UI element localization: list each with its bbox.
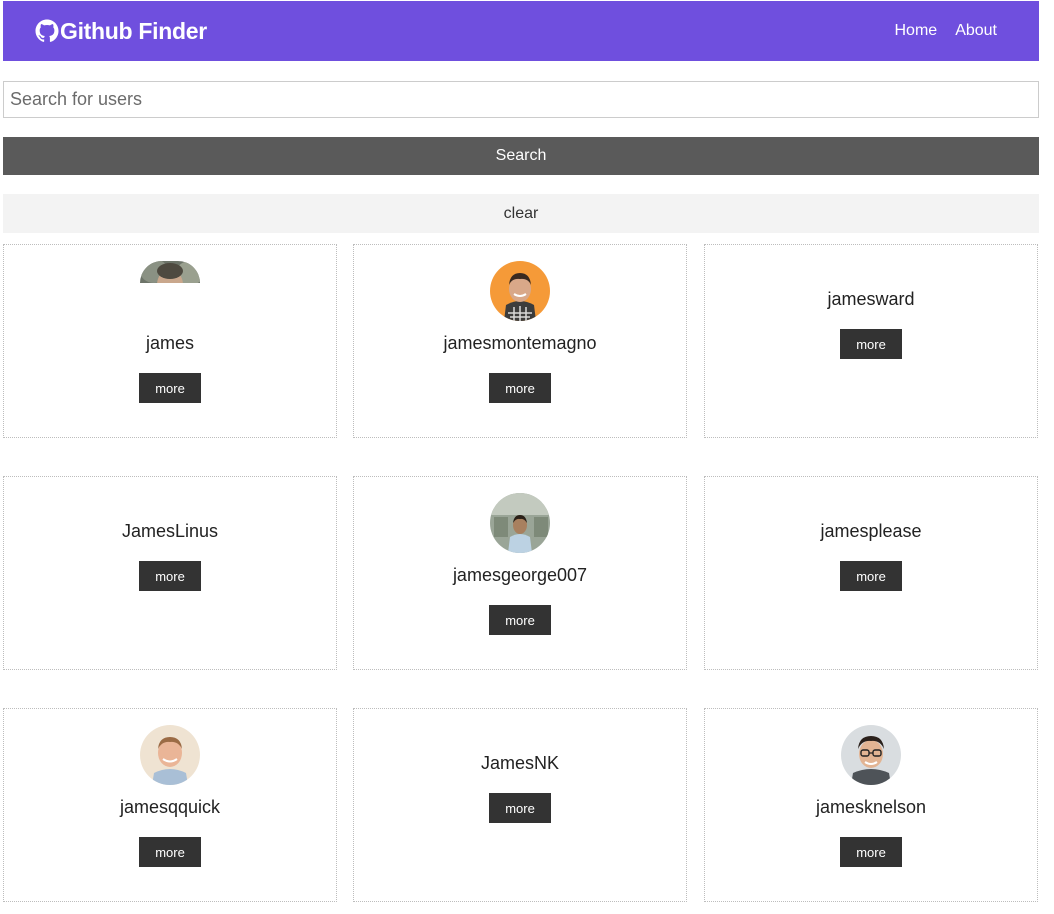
avatar — [140, 725, 200, 785]
avatar — [490, 493, 550, 553]
username: jamesward — [827, 289, 915, 309]
avatar — [490, 261, 550, 321]
more-button[interactable]: more — [840, 329, 902, 359]
more-button[interactable]: more — [840, 837, 902, 867]
username: JamesNK — [480, 753, 560, 773]
username: jamesgeorge007 — [452, 565, 588, 585]
user-card: JamesLinus more — [3, 476, 337, 670]
user-card: jamesknelson more — [704, 708, 1038, 902]
username: jamesplease — [820, 521, 922, 541]
more-button[interactable]: more — [489, 793, 551, 823]
github-icon — [35, 19, 60, 43]
app: Github Finder Home About Search clear ja… — [0, 0, 1054, 914]
more-button[interactable]: more — [139, 373, 201, 403]
more-button[interactable]: more — [139, 561, 201, 591]
more-button[interactable]: more — [489, 373, 551, 403]
avatar — [841, 725, 901, 785]
more-button[interactable]: more — [840, 561, 902, 591]
user-card: jamesmontemagno more — [353, 244, 687, 438]
nav-links: Home About — [877, 22, 998, 40]
nav-link-about[interactable]: About — [955, 22, 997, 40]
clear-button[interactable]: clear — [3, 194, 1039, 233]
user-card: james more — [3, 244, 337, 438]
search-button[interactable]: Search — [3, 137, 1039, 175]
brand-title: Github Finder — [60, 17, 207, 44]
username: jamesqquick — [119, 797, 221, 817]
username: jamesknelson — [815, 797, 927, 817]
more-button[interactable]: more — [489, 605, 551, 635]
more-button[interactable]: more — [139, 837, 201, 867]
search-input[interactable] — [3, 81, 1039, 118]
user-card: jamesqquick more — [3, 708, 337, 902]
username: jamesmontemagno — [443, 333, 597, 353]
username: james — [145, 333, 194, 353]
username: JamesLinus — [121, 521, 219, 541]
navbar: Github Finder Home About — [3, 1, 1039, 61]
avatar — [140, 261, 200, 283]
user-card: jamesward more — [704, 244, 1038, 438]
nav-link-home[interactable]: Home — [895, 22, 938, 40]
user-card: jamesgeorge007 more — [353, 476, 687, 670]
user-card: jamesplease more — [704, 476, 1038, 670]
user-card: JamesNK more — [353, 708, 687, 902]
brand[interactable]: Github Finder — [35, 18, 207, 45]
